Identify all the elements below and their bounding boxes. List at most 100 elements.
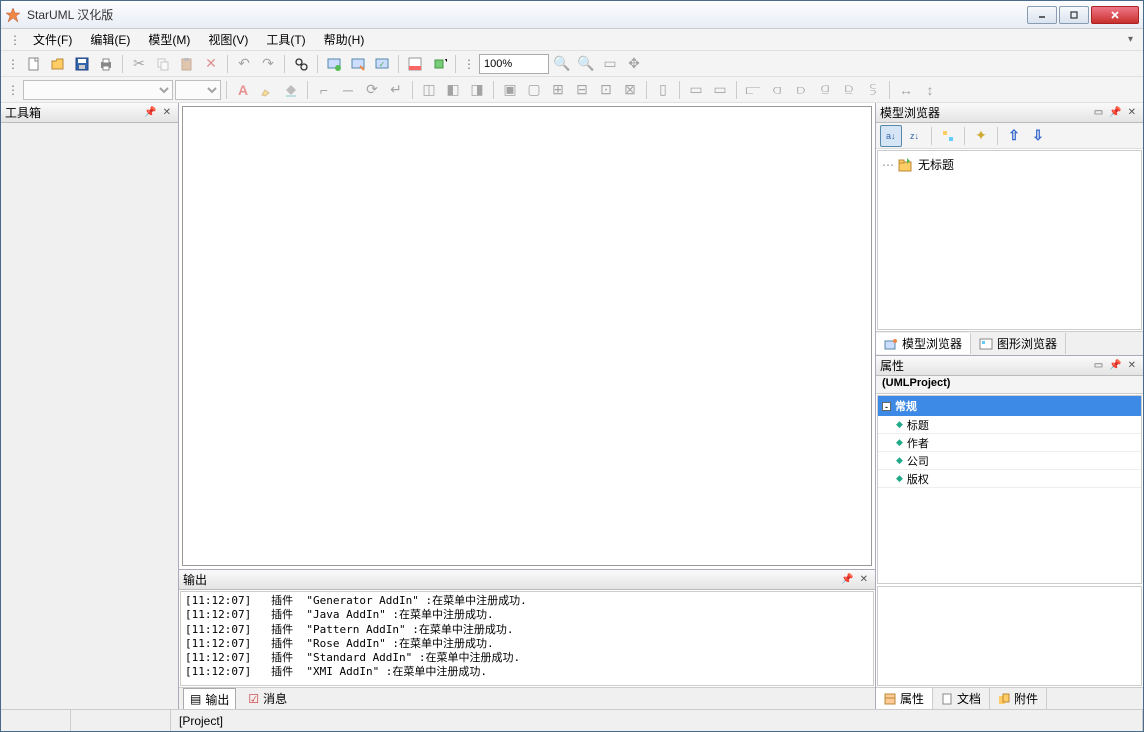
align-top-icon[interactable]: ⫑ bbox=[814, 79, 836, 101]
font-size-combo[interactable] bbox=[175, 80, 221, 100]
select-model-icon[interactable] bbox=[323, 53, 345, 75]
open-file-icon[interactable] bbox=[47, 53, 69, 75]
menu-edit[interactable]: 编辑(E) bbox=[82, 29, 138, 50]
close-panel-icon[interactable]: ✕ bbox=[857, 574, 871, 585]
autohide-icon[interactable]: ▭ bbox=[1091, 360, 1106, 371]
properties-grid[interactable]: - 常规 ◆标题 ◆作者 ◆公司 ◆版权 bbox=[877, 395, 1142, 584]
close-panel-icon[interactable]: ✕ bbox=[160, 107, 174, 118]
print-icon[interactable] bbox=[95, 53, 117, 75]
show-namespace-icon[interactable]: ◨ bbox=[466, 79, 488, 101]
pin-icon[interactable]: 📌 bbox=[1106, 107, 1124, 118]
move-up-icon[interactable]: ⇧ bbox=[1003, 125, 1025, 147]
auto-size-icon[interactable]: ⟳ bbox=[361, 79, 383, 101]
model-tree[interactable]: ⋯ 无标题 bbox=[877, 150, 1142, 330]
lock-icon[interactable]: ⊡ bbox=[595, 79, 617, 101]
font-family-combo[interactable] bbox=[23, 80, 173, 100]
svg-text:▾: ▾ bbox=[445, 58, 447, 64]
menu-file[interactable]: 文件(F) bbox=[25, 29, 80, 50]
ungroup-icon[interactable]: ⊟ bbox=[571, 79, 593, 101]
tab-documentation[interactable]: 文档 bbox=[933, 688, 990, 709]
properties-description[interactable] bbox=[877, 586, 1142, 686]
zoom-combo[interactable] bbox=[479, 54, 549, 74]
tab-output[interactable]: ▤输出 bbox=[183, 688, 236, 710]
property-row-company[interactable]: ◆公司 bbox=[878, 452, 1141, 470]
align-bottom-icon[interactable]: ⫓ bbox=[862, 79, 884, 101]
delete-icon[interactable]: ✕ bbox=[200, 53, 222, 75]
minimize-button[interactable] bbox=[1027, 6, 1057, 24]
layout-2-icon[interactable]: ▭ bbox=[709, 79, 731, 101]
align-center-icon[interactable]: ⫏ bbox=[766, 79, 788, 101]
align-left-icon[interactable]: ▯ bbox=[652, 79, 674, 101]
new-file-icon[interactable] bbox=[23, 53, 45, 75]
tab-diagram-explorer[interactable]: 图形浏览器 bbox=[971, 333, 1066, 354]
pin-icon[interactable]: 📌 bbox=[838, 574, 856, 585]
save-icon[interactable] bbox=[71, 53, 93, 75]
show-visibility-icon[interactable]: ◧ bbox=[442, 79, 464, 101]
send-back-icon[interactable]: ▢ bbox=[523, 79, 545, 101]
menu-tools[interactable]: 工具(T) bbox=[258, 29, 313, 50]
fill-color-icon[interactable] bbox=[280, 79, 302, 101]
diamond-icon: ◆ bbox=[896, 419, 903, 430]
group-icon[interactable]: ⊞ bbox=[547, 79, 569, 101]
sort-name-icon[interactable]: a↓ bbox=[880, 125, 902, 147]
menu-view[interactable]: 视图(V) bbox=[200, 29, 256, 50]
tab-properties[interactable]: 属性 bbox=[876, 688, 933, 709]
pin-icon[interactable]: 📌 bbox=[1106, 360, 1124, 371]
maximize-button[interactable] bbox=[1059, 6, 1089, 24]
zoom-in-icon[interactable]: 🔍 bbox=[551, 53, 573, 75]
close-button[interactable] bbox=[1091, 6, 1139, 24]
menu-model[interactable]: 模型(M) bbox=[140, 29, 198, 50]
word-wrap-icon[interactable]: ↵ bbox=[385, 79, 407, 101]
line-color-icon[interactable]: ─ bbox=[337, 79, 359, 101]
tab-attachments[interactable]: 附件 bbox=[990, 688, 1047, 709]
addon-icon[interactable]: ▾ bbox=[428, 53, 450, 75]
close-panel-icon[interactable]: ✕ bbox=[1125, 360, 1139, 371]
line-style-icon[interactable]: ⌐ bbox=[313, 79, 335, 101]
menu-overflow-icon[interactable]: ▾ bbox=[1124, 34, 1137, 45]
redo-icon[interactable]: ↷ bbox=[257, 53, 279, 75]
menu-help[interactable]: 帮助(H) bbox=[316, 29, 373, 50]
output-log[interactable]: [11:12:07] 插件 "Generator AddIn" :在菜单中注册成… bbox=[180, 591, 874, 686]
property-row-author[interactable]: ◆作者 bbox=[878, 434, 1141, 452]
tree-root-item[interactable]: ⋯ 无标题 bbox=[882, 155, 1137, 174]
align-middle-icon[interactable]: ⫒ bbox=[838, 79, 860, 101]
properties-group-general[interactable]: - 常规 bbox=[878, 396, 1141, 416]
show-stereotype-icon[interactable]: ◫ bbox=[418, 79, 440, 101]
sort-type-icon[interactable]: z↓ bbox=[904, 125, 926, 147]
model-verify-icon[interactable]: ✓ bbox=[371, 53, 393, 75]
highlight-icon[interactable] bbox=[256, 79, 278, 101]
layout-1-icon[interactable]: ▭ bbox=[685, 79, 707, 101]
cut-icon[interactable]: ✂ bbox=[128, 53, 150, 75]
tab-model-explorer[interactable]: 模型浏览器 bbox=[876, 333, 971, 354]
color-fill-icon[interactable] bbox=[404, 53, 426, 75]
close-panel-icon[interactable]: ✕ bbox=[1125, 107, 1139, 118]
pin-icon[interactable]: 📌 bbox=[141, 107, 159, 118]
fit-window-icon[interactable]: ▭ bbox=[599, 53, 621, 75]
property-row-title[interactable]: ◆标题 bbox=[878, 416, 1141, 434]
dist-v-icon[interactable]: ↕ bbox=[919, 79, 941, 101]
unlock-icon[interactable]: ⊠ bbox=[619, 79, 641, 101]
collapse-icon[interactable]: - bbox=[882, 402, 891, 411]
dist-h-icon[interactable]: ↔ bbox=[895, 79, 917, 101]
output-title: 输出 bbox=[183, 571, 838, 588]
bring-front-icon[interactable]: ▣ bbox=[499, 79, 521, 101]
find-icon[interactable] bbox=[290, 53, 312, 75]
tab-messages[interactable]: ☑消息 bbox=[242, 688, 293, 709]
select-diagram-icon[interactable] bbox=[347, 53, 369, 75]
paste-icon[interactable] bbox=[176, 53, 198, 75]
autohide-icon[interactable]: ▭ bbox=[1091, 107, 1106, 118]
font-color-icon[interactable]: A bbox=[232, 79, 254, 101]
align-right-icon[interactable]: ⫐ bbox=[790, 79, 812, 101]
filter-icon[interactable] bbox=[937, 125, 959, 147]
output-panel: 输出 📌 ✕ [11:12:07] 插件 "Generator AddIn" :… bbox=[179, 569, 875, 709]
move-down-icon[interactable]: ⇩ bbox=[1027, 125, 1049, 147]
copy-icon[interactable] bbox=[152, 53, 174, 75]
zoom-out-icon[interactable]: 🔍 bbox=[575, 53, 597, 75]
undo-icon[interactable]: ↶ bbox=[233, 53, 255, 75]
refresh-icon[interactable]: ✦ bbox=[970, 125, 992, 147]
diagram-canvas[interactable] bbox=[182, 106, 872, 566]
pan-icon[interactable]: ✥ bbox=[623, 53, 645, 75]
menubar: ⋮ 文件(F) 编辑(E) 模型(M) 视图(V) 工具(T) 帮助(H) ▾ bbox=[1, 29, 1143, 51]
property-row-copyright[interactable]: ◆版权 bbox=[878, 470, 1141, 488]
align-left2-icon[interactable]: ⫍ bbox=[742, 79, 764, 101]
